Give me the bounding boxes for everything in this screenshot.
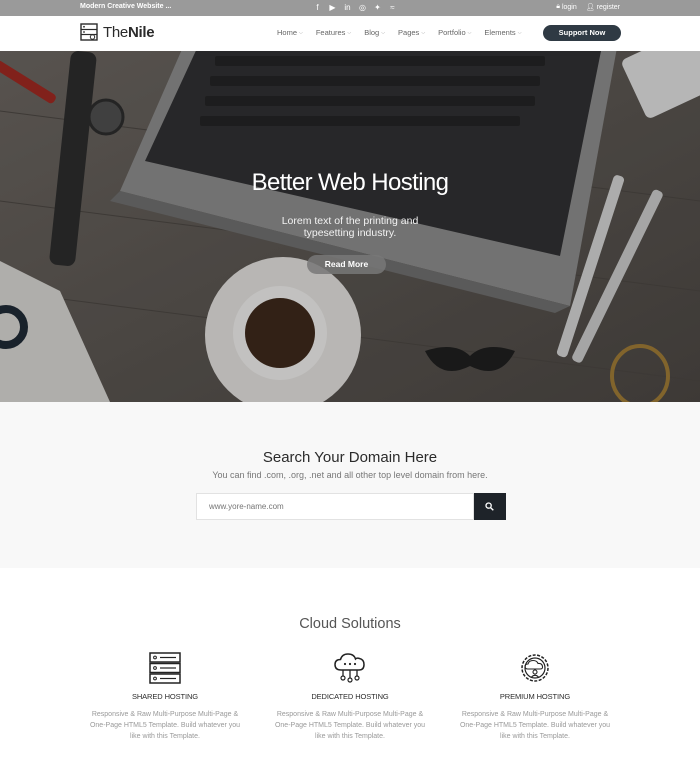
twitter-icon[interactable]: ✦	[373, 2, 382, 13]
service-description: Responsive & Raw Multi-Purpose Multi-Pag…	[274, 711, 426, 740]
chevron-down-icon: ⌵	[299, 29, 303, 36]
lock-icon: 🔒︎	[556, 3, 560, 10]
hero-subtitle: Lorem text of the printing and typesetti…	[281, 215, 419, 239]
service-label: DEDICATED HOSTING	[311, 692, 389, 701]
server-logo-icon	[80, 23, 98, 41]
cloud-network-icon	[334, 653, 365, 683]
domain-search-title: Search Your Domain Here	[262, 449, 438, 466]
cloud-solutions-title: Cloud Solutions	[299, 616, 401, 632]
support-now-button[interactable]: Support Now	[543, 25, 621, 41]
chevron-down-icon: ⌵	[421, 29, 426, 36]
service-description: Responsive & Raw Multi-Purpose Multi-Pag…	[89, 711, 241, 740]
service-label: PREMIUM HOSTING	[499, 692, 571, 701]
youtube-icon[interactable]: ▶	[328, 2, 337, 13]
chevron-down-icon: ⌵	[517, 29, 522, 36]
nav-portfolio[interactable]: Portfolio ⌵	[438, 28, 471, 37]
auth-links: 🔒︎ login 👤︎ register	[556, 3, 620, 11]
facebook-icon[interactable]: f	[313, 2, 322, 13]
nav-home[interactable]: Home ⌵	[277, 28, 303, 37]
domain-search-section: Search Your Domain Here You can find .co…	[0, 402, 700, 568]
site-logo[interactable]: TheNile	[80, 23, 155, 41]
main-nav: Home ⌵ Features ⌵ Blog ⌵ Pages ⌵ Portfolio ⌵ …	[277, 28, 521, 37]
logo-text: TheNile	[103, 23, 155, 41]
read-more-button[interactable]: Read More	[307, 255, 386, 274]
server-rack-icon	[149, 652, 181, 684]
hero-title: Better Web Hosting	[251, 169, 449, 196]
nav-features[interactable]: Features ⌵	[316, 28, 351, 37]
linkedin-icon[interactable]: in	[343, 2, 352, 13]
chevron-down-icon: ⌵	[347, 29, 352, 36]
nav-blog[interactable]: Blog ⌵	[364, 28, 385, 37]
register-link[interactable]: 👤︎ register	[585, 3, 620, 12]
service-dedicated-hosting: DEDICATED HOSTING Responsive & Raw Multi…	[265, 652, 435, 742]
service-label: SHARED HOSTING	[131, 692, 199, 701]
site-header: TheNile Home ⌵ Features ⌵ Blog ⌵ Pages ⌵ Por…	[0, 16, 700, 51]
nav-elements[interactable]: Elements ⌵	[484, 28, 521, 37]
service-description: Responsive & Raw Multi-Purpose Multi-Pag…	[459, 711, 611, 740]
domain-search-subtitle: You can find .com, .org, .net and all ot…	[212, 470, 488, 480]
user-icon: 👤︎	[585, 4, 595, 11]
chevron-down-icon: ⌵	[467, 29, 472, 36]
dribbble-icon[interactable]: ◎	[358, 2, 367, 13]
site-tagline: Modern Creative Website ...	[80, 3, 172, 10]
service-premium-hosting: PREMIUM HOSTING Responsive & Raw Multi-P…	[450, 652, 620, 742]
domain-search-input[interactable]	[196, 493, 474, 520]
search-icon	[485, 502, 494, 511]
service-shared-hosting: SHARED HOSTING Responsive & Raw Multi-Pu…	[80, 652, 250, 742]
domain-search-button[interactable]	[474, 493, 506, 520]
hero-banner: Better Web Hosting Lorem text of the pri…	[0, 51, 700, 402]
chevron-down-icon: ⌵	[381, 29, 386, 36]
top-bar: Modern Creative Website ... f ▶ in ◎ ✦ ≈…	[0, 0, 700, 16]
login-link[interactable]: 🔒︎ login	[556, 3, 577, 11]
social-links: f ▶ in ◎ ✦ ≈	[313, 2, 397, 13]
rss-icon[interactable]: ≈	[388, 2, 397, 13]
cloud-user-gear-icon	[521, 654, 549, 682]
nav-pages[interactable]: Pages ⌵	[398, 28, 425, 37]
